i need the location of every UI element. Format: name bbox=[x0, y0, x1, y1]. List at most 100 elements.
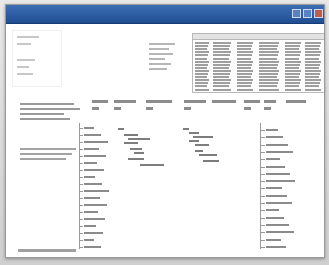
tree-node bbox=[84, 169, 104, 171]
table-cell bbox=[237, 42, 253, 44]
tree-node bbox=[84, 239, 94, 241]
list-item[interactable] bbox=[149, 58, 165, 60]
table-cell bbox=[237, 54, 252, 57]
close-icon[interactable] bbox=[314, 9, 323, 18]
table-cell bbox=[195, 66, 207, 69]
window-titlebar[interactable] bbox=[6, 5, 324, 24]
annotation-line bbox=[20, 108, 80, 110]
table-cell bbox=[305, 85, 319, 88]
table-row[interactable] bbox=[193, 88, 324, 92]
tree-node bbox=[266, 216, 284, 219]
annotation-line bbox=[20, 103, 74, 105]
list-item[interactable] bbox=[149, 53, 173, 55]
tree-node bbox=[84, 176, 95, 178]
annotation-line bbox=[20, 113, 64, 115]
table-cell bbox=[213, 69, 231, 72]
table-cell bbox=[195, 57, 207, 60]
code-line bbox=[118, 128, 124, 130]
tree-node bbox=[266, 158, 280, 161]
table-cell bbox=[259, 63, 278, 66]
table-cell bbox=[259, 88, 279, 91]
table-cell bbox=[285, 76, 299, 79]
tree-node bbox=[84, 183, 102, 185]
tree-node bbox=[266, 129, 278, 131]
table-header bbox=[193, 34, 324, 40]
code-pane-a bbox=[118, 128, 178, 218]
maximize-icon[interactable] bbox=[303, 9, 312, 18]
table-cell bbox=[237, 79, 253, 82]
table-cell bbox=[305, 57, 319, 60]
photo-backdrop bbox=[0, 0, 329, 265]
tree-connector bbox=[260, 188, 265, 190]
header-label bbox=[264, 107, 271, 110]
tree-connector bbox=[260, 181, 265, 183]
table-cell bbox=[213, 48, 229, 51]
table-cell bbox=[237, 85, 251, 88]
table-cell bbox=[305, 45, 320, 48]
tree-node bbox=[84, 204, 107, 206]
table-cell bbox=[195, 88, 209, 91]
top-data-panel bbox=[149, 30, 324, 95]
table-cell bbox=[305, 88, 321, 91]
tree-connector bbox=[260, 130, 265, 131]
tree-connector bbox=[260, 144, 265, 146]
tree-node bbox=[84, 197, 100, 199]
table-cell bbox=[237, 69, 253, 72]
tree-node bbox=[266, 238, 281, 241]
tree-connector bbox=[79, 198, 83, 199]
annotation-line bbox=[20, 158, 66, 160]
table-cell bbox=[259, 76, 277, 79]
table-cell bbox=[285, 69, 301, 72]
tree-view-right[interactable] bbox=[256, 123, 322, 251]
code-line bbox=[124, 134, 138, 136]
tree-node bbox=[266, 231, 294, 234]
header-label bbox=[244, 100, 260, 103]
table-cell bbox=[213, 45, 230, 48]
tree-node bbox=[266, 165, 285, 168]
table-cell bbox=[305, 69, 321, 72]
tree-view-left[interactable] bbox=[76, 123, 116, 251]
header-label bbox=[184, 107, 191, 110]
table-cell bbox=[237, 73, 252, 75]
data-table[interactable] bbox=[192, 33, 324, 93]
table-cell bbox=[195, 85, 207, 88]
list-item[interactable] bbox=[149, 48, 169, 50]
tree-connector bbox=[79, 219, 83, 220]
table-cell bbox=[259, 85, 277, 88]
table-cell bbox=[285, 73, 300, 75]
tree-connector bbox=[79, 233, 83, 234]
code-line bbox=[128, 138, 150, 140]
table-cell bbox=[285, 60, 301, 63]
code-line bbox=[140, 164, 164, 166]
table-cell bbox=[259, 69, 279, 72]
table-cell bbox=[259, 42, 279, 44]
code-line bbox=[189, 140, 199, 142]
list-item[interactable] bbox=[149, 43, 175, 45]
code-line bbox=[195, 150, 203, 152]
table-cell bbox=[237, 45, 252, 48]
table-cell bbox=[259, 66, 277, 69]
annotation-line bbox=[20, 153, 72, 155]
table-cell bbox=[237, 88, 253, 91]
table-cell bbox=[213, 51, 231, 54]
table-cell bbox=[213, 66, 229, 69]
minimize-icon[interactable] bbox=[292, 9, 301, 18]
left-info-panel bbox=[12, 30, 62, 87]
code-line bbox=[199, 154, 217, 156]
header-label bbox=[114, 100, 136, 103]
table-cell bbox=[259, 82, 278, 85]
info-line bbox=[17, 73, 33, 75]
table-cell bbox=[285, 66, 299, 69]
table-cell bbox=[305, 82, 320, 85]
code-line bbox=[193, 136, 213, 138]
annotation-line bbox=[20, 118, 70, 120]
tree-node bbox=[266, 245, 286, 248]
tree-connector bbox=[260, 217, 265, 219]
table-cell bbox=[305, 76, 319, 79]
list-item[interactable] bbox=[149, 63, 171, 65]
tree-node bbox=[266, 136, 283, 139]
table-cell bbox=[305, 60, 321, 63]
info-line bbox=[17, 66, 29, 68]
list-item[interactable] bbox=[149, 68, 167, 70]
table-cell bbox=[195, 42, 209, 44]
